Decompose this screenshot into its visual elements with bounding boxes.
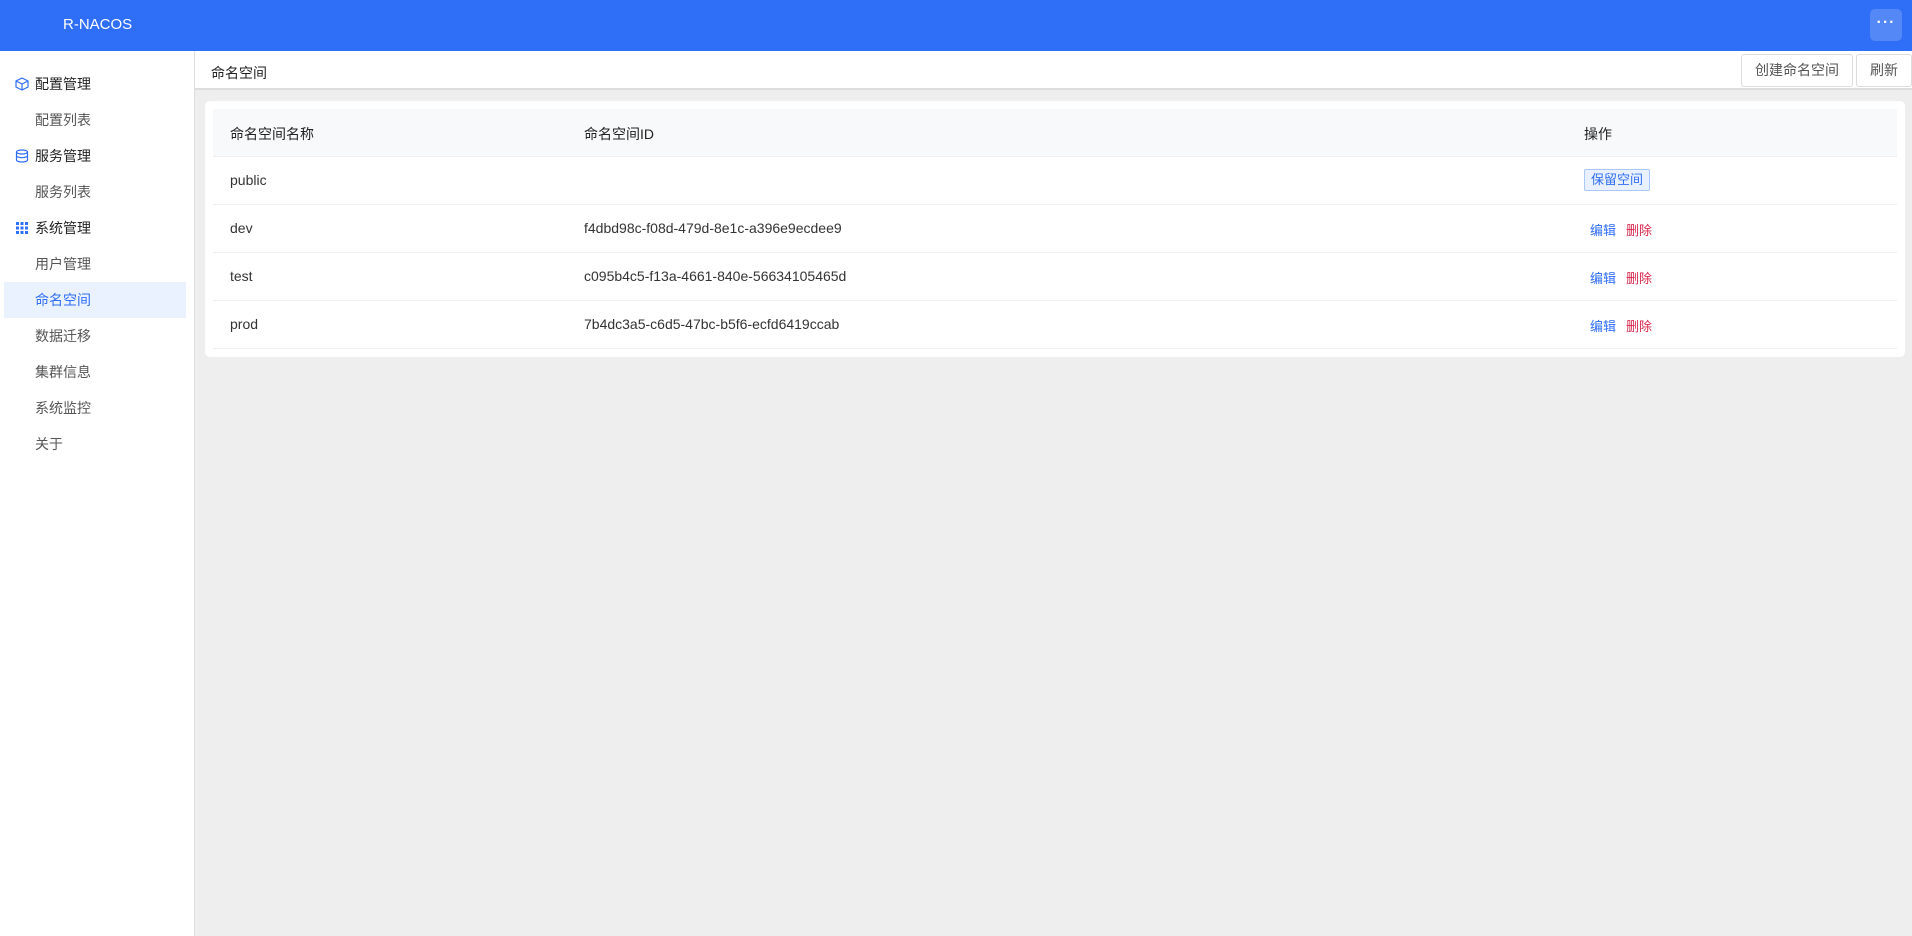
edit-link[interactable]: 编辑 bbox=[1590, 220, 1616, 239]
sidebar-group-label: 系统管理 bbox=[35, 220, 91, 236]
page-header: 命名空间 创建命名空间 刷新 bbox=[195, 51, 1912, 90]
create-namespace-button[interactable]: 创建命名空间 bbox=[1741, 54, 1853, 87]
namespace-name: public bbox=[230, 172, 267, 188]
column-header-id: 命名空间ID bbox=[584, 126, 654, 142]
grid-icon bbox=[16, 222, 28, 234]
sidebar-group-config[interactable]: 配置管理 bbox=[4, 66, 186, 102]
sidebar-item-about[interactable]: 关于 bbox=[4, 426, 186, 462]
refresh-button[interactable]: 刷新 bbox=[1856, 54, 1912, 87]
sidebar: 配置管理 配置列表 服务管理 服务列表 系统管理 用户管理 命名空间 数据迁移 … bbox=[0, 51, 195, 936]
sidebar-item-users[interactable]: 用户管理 bbox=[4, 246, 186, 282]
namespace-name: dev bbox=[230, 220, 253, 236]
namespace-id: 7b4dc3a5-c6d5-47bc-b5f6-ecfd6419ccab bbox=[584, 316, 840, 332]
namespace-table: 命名空间名称 命名空间ID 操作 public 保留空间 dev f4dbd98… bbox=[205, 101, 1905, 357]
table-row: public 保留空间 bbox=[213, 157, 1897, 205]
top-header: R-NACOS ··· bbox=[0, 0, 1912, 51]
sidebar-group-label: 配置管理 bbox=[35, 76, 91, 92]
sidebar-item-cluster[interactable]: 集群信息 bbox=[4, 354, 186, 390]
namespace-name: test bbox=[230, 268, 253, 284]
edit-link[interactable]: 编辑 bbox=[1590, 268, 1616, 287]
delete-link[interactable]: 删除 bbox=[1626, 220, 1652, 239]
column-header-name: 命名空间名称 bbox=[230, 126, 314, 142]
table-row: prod 7b4dc3a5-c6d5-47bc-b5f6-ecfd6419cca… bbox=[213, 301, 1897, 349]
more-icon[interactable]: ··· bbox=[1870, 9, 1902, 41]
sidebar-item-data-migration[interactable]: 数据迁移 bbox=[4, 318, 186, 354]
namespace-id: f4dbd98c-f08d-479d-8e1c-a396e9ecdee9 bbox=[584, 220, 842, 236]
database-icon bbox=[15, 149, 29, 163]
page-title: 命名空间 bbox=[211, 65, 267, 81]
cube-icon bbox=[15, 77, 29, 91]
namespace-id: c095b4c5-f13a-4661-840e-56634105465d bbox=[584, 268, 847, 284]
sidebar-item-namespace[interactable]: 命名空间 bbox=[4, 282, 186, 318]
delete-link[interactable]: 删除 bbox=[1626, 268, 1652, 287]
table-header: 命名空间名称 命名空间ID 操作 bbox=[213, 109, 1897, 157]
delete-link[interactable]: 删除 bbox=[1626, 316, 1652, 335]
sidebar-group-system[interactable]: 系统管理 bbox=[4, 210, 186, 246]
namespace-name: prod bbox=[230, 316, 259, 332]
sidebar-group-service[interactable]: 服务管理 bbox=[4, 138, 186, 174]
table-row: test c095b4c5-f13a-4661-840e-56634105465… bbox=[213, 253, 1897, 301]
sidebar-item-service-list[interactable]: 服务列表 bbox=[4, 174, 186, 210]
sidebar-item-monitor[interactable]: 系统监控 bbox=[4, 390, 186, 426]
sidebar-group-label: 服务管理 bbox=[35, 148, 91, 164]
edit-link[interactable]: 编辑 bbox=[1590, 316, 1616, 335]
column-header-actions: 操作 bbox=[1584, 126, 1612, 142]
sidebar-item-config-list[interactable]: 配置列表 bbox=[4, 102, 186, 138]
app-logo[interactable]: R-NACOS bbox=[63, 16, 132, 33]
table-row: dev f4dbd98c-f08d-479d-8e1c-a396e9ecdee9… bbox=[213, 205, 1897, 253]
reserved-badge: 保留空间 bbox=[1584, 169, 1651, 191]
